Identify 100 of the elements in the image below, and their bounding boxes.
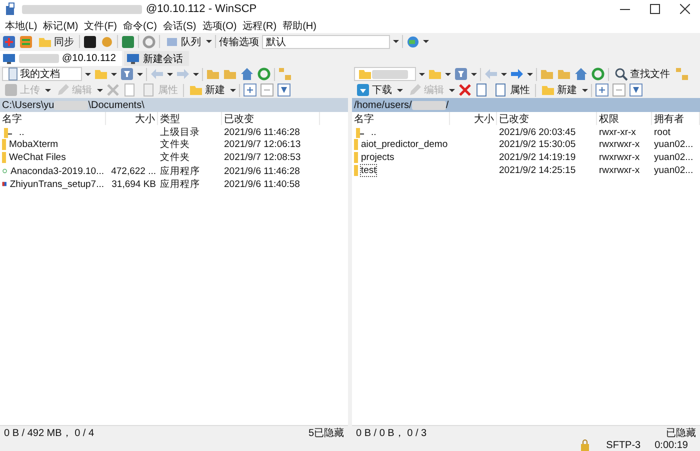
- properties-button[interactable]: 属性: [492, 82, 532, 98]
- home-icon: [240, 67, 254, 81]
- file-name[interactable]: MobaXterm: [9, 139, 58, 150]
- table-cell: 2021/9/6 11:40:58: [224, 178, 300, 190]
- sync-button[interactable]: 同步: [36, 34, 76, 49]
- caret-icon: [445, 72, 451, 76]
- window-title: @10.10.112 - WinSCP: [146, 3, 257, 15]
- caret-icon: [230, 88, 236, 92]
- table-cell: 2021/9/7 12:06:13: [224, 139, 301, 150]
- maximize-icon: [650, 4, 660, 14]
- file-name[interactable]: aiot_predictor_demo: [361, 139, 448, 150]
- column-header[interactable]: 大小: [450, 112, 497, 125]
- caret-icon: [527, 72, 533, 76]
- table-cell: rwxrwxr-x: [599, 165, 640, 176]
- caret-icon: [419, 72, 425, 76]
- filter-icon: [454, 67, 468, 81]
- column-header[interactable]: 名字: [0, 112, 106, 125]
- forward-arrow-icon: [510, 67, 524, 81]
- minus-icon: [612, 83, 626, 97]
- monitor-icon: [126, 52, 140, 66]
- back-arrow-icon: [484, 67, 498, 81]
- menu-item[interactable]: 选项(O): [199, 18, 240, 32]
- transfer-options-dropdown[interactable]: 默认: [262, 34, 390, 48]
- plus-icon: [243, 83, 257, 97]
- path-bar: /home/users/ /: [352, 98, 700, 112]
- table-cell: 应用程序: [160, 164, 200, 178]
- minimize-icon: [620, 8, 630, 10]
- filter-icon: [120, 67, 134, 81]
- new-button[interactable]: 新建: [539, 82, 579, 98]
- caret-icon: [111, 72, 117, 76]
- column-header[interactable]: 类型: [158, 112, 222, 125]
- download-icon: [356, 83, 370, 97]
- session-tab[interactable]: @10.10.112: [0, 51, 122, 66]
- monitor-icon: [2, 52, 16, 66]
- new-button[interactable]: 新建: [187, 82, 227, 98]
- globe-icon: [406, 34, 420, 48]
- location-dropdown[interactable]: 我的文档: [2, 67, 82, 81]
- refresh-icon: [257, 67, 271, 81]
- table-cell: 2021/9/6 11:46:28: [224, 126, 300, 138]
- home-icon: [574, 67, 588, 81]
- column-header[interactable]: 已改变: [497, 112, 597, 125]
- column-header[interactable]: 权限: [597, 112, 652, 125]
- redaction-mark: [372, 70, 408, 78]
- table-cell: 2021/9/6 11:46:28: [224, 166, 300, 176]
- table-cell: 2021/9/6 20:03:45: [499, 126, 576, 138]
- column-header[interactable]: 已改变: [222, 112, 320, 125]
- column-header[interactable]: 大小: [106, 112, 158, 125]
- document-icon: [6, 67, 20, 81]
- caret-icon: [501, 72, 507, 76]
- menu-item[interactable]: 远程(R): [240, 18, 280, 32]
- caret-icon: [206, 40, 212, 43]
- transfer-button[interactable]: 下载: [354, 82, 394, 98]
- table-cell: root: [654, 126, 670, 138]
- caret-icon: [449, 88, 455, 92]
- caret-icon: [85, 72, 91, 76]
- status-text: 0 B / 0 B， 0 / 3: [356, 426, 427, 440]
- session-tab[interactable]: 新建会话: [124, 51, 189, 66]
- caret-icon: [582, 88, 588, 92]
- caret-icon: [393, 40, 399, 43]
- column-header[interactable]: 拥有者: [652, 112, 700, 125]
- filter-icon: [277, 83, 291, 97]
- table-cell: 31,694 KB: [112, 178, 156, 190]
- file-name[interactable]: ZhiyunTrans_setup7...: [10, 178, 104, 190]
- find-files-button[interactable]: 查找文件: [612, 66, 672, 82]
- delete-icon: [458, 83, 472, 97]
- table-cell: 472,622 ...: [111, 166, 156, 176]
- menu-item[interactable]: 会话(S): [160, 18, 200, 32]
- file-name[interactable]: projects: [361, 152, 394, 163]
- file-name[interactable]: ..: [371, 126, 376, 138]
- table-cell: 上级目录: [160, 126, 200, 138]
- delete-icon: [106, 83, 120, 97]
- table-cell: rwxrwxr-x: [599, 152, 640, 163]
- refresh-icon: [591, 67, 605, 81]
- caret-icon: [167, 72, 173, 76]
- caret-icon: [137, 72, 143, 76]
- file-name[interactable]: WeChat Files: [9, 152, 66, 163]
- search-icon: [614, 67, 628, 81]
- menu-item[interactable]: 标记(M): [40, 18, 82, 32]
- table-cell: rwxr-xr-x: [599, 126, 636, 138]
- menu-item[interactable]: 本地(L): [2, 18, 40, 32]
- table-cell: 应用程序: [160, 178, 200, 190]
- caret-icon: [45, 88, 51, 92]
- back-arrow-icon: [150, 67, 164, 81]
- queue-button[interactable]: 队列: [163, 34, 203, 49]
- file-name[interactable]: ..: [19, 126, 24, 138]
- minus-icon: [260, 83, 274, 97]
- menu-item[interactable]: 帮助(H): [280, 18, 320, 32]
- caret-icon: [423, 40, 429, 43]
- hidden-count: 已隐藏: [666, 426, 696, 440]
- menu-item[interactable]: 文件(F): [81, 18, 120, 32]
- menu-item[interactable]: 命令(C): [120, 18, 160, 32]
- caret-icon: [97, 88, 103, 92]
- column-header[interactable]: 名字: [352, 112, 450, 125]
- protocol-label: SFTP-3: [606, 440, 641, 450]
- file-name[interactable]: test: [361, 165, 376, 176]
- table-cell: yuan02...: [654, 165, 694, 176]
- file-name[interactable]: Anaconda3-2019.10...: [10, 166, 104, 176]
- close-icon: [680, 4, 690, 14]
- table-cell: yuan02...: [654, 152, 694, 163]
- table-cell: 文件夹: [160, 138, 190, 151]
